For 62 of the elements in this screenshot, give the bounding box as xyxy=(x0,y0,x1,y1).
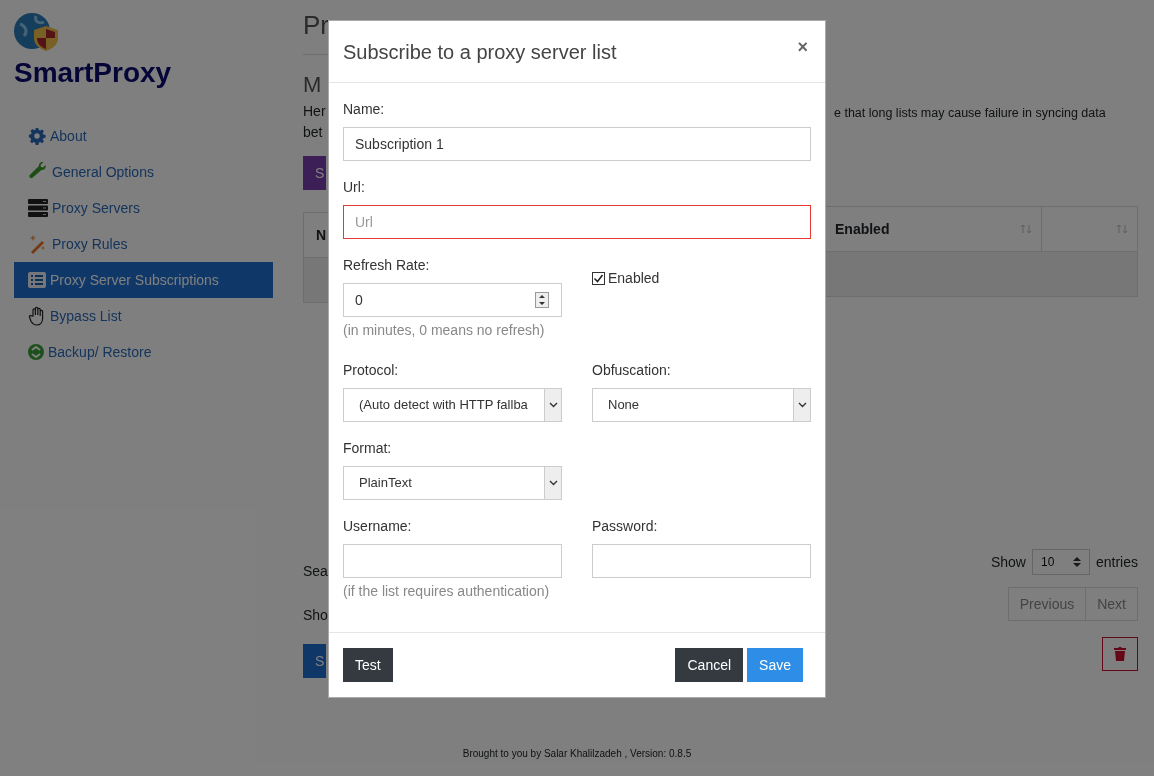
text-field[interactable]: Subscription 1 xyxy=(343,127,811,161)
checkbox-label: Enabled xyxy=(608,269,660,288)
updown-caret-icon xyxy=(1072,557,1081,567)
field-label: Obfuscation: xyxy=(592,361,672,380)
text-field[interactable] xyxy=(592,544,811,578)
select-dropdown[interactable]: (Auto detect with HTTP fallba xyxy=(343,388,562,422)
caret-icon xyxy=(544,467,561,499)
entries-select[interactable]: 10 xyxy=(1031,549,1090,575)
field-label: Username: xyxy=(343,517,413,536)
previous-page-button[interactable]: Previous xyxy=(1007,587,1087,621)
field-label: Protocol: xyxy=(343,361,400,380)
caret-icon xyxy=(793,389,810,421)
sidebar-item[interactable]: Proxy Server Subscriptions xyxy=(14,262,273,298)
cancel-button[interactable]: Cancel xyxy=(675,648,744,682)
sidebar-item[interactable]: About xyxy=(14,118,273,154)
description-text: e that long lists may cause failure in syncing data xyxy=(833,105,1107,122)
help-text: (in minutes, 0 means no refresh) xyxy=(343,321,546,340)
field-label: Password: xyxy=(592,517,659,536)
trash-icon xyxy=(1114,647,1126,661)
number-field[interactable]: 0 xyxy=(343,283,562,317)
save-button[interactable]: S xyxy=(303,644,327,678)
sort-icon xyxy=(1116,224,1128,234)
text-field[interactable] xyxy=(343,544,562,578)
show-label: Show xyxy=(990,552,1026,572)
sidebar-item[interactable]: Proxy Servers xyxy=(14,190,273,226)
subscribe-button[interactable]: S xyxy=(303,156,327,190)
spinner-arrows-icon xyxy=(535,292,549,308)
sidebar-item[interactable]: Backup/ Restore xyxy=(14,334,273,370)
server-icon xyxy=(28,199,48,217)
list-icon xyxy=(28,272,46,288)
checkbox[interactable] xyxy=(592,272,605,285)
recycle-icon xyxy=(28,344,44,360)
select-dropdown[interactable]: PlainText xyxy=(343,466,562,500)
test-button[interactable]: Test xyxy=(343,648,393,682)
description-text: bet xyxy=(303,123,323,142)
field-label: Format: xyxy=(343,439,393,458)
table-info: Sho xyxy=(303,606,328,625)
sidebar-item[interactable]: General Options xyxy=(14,154,273,190)
brand-title: SmartProxy xyxy=(14,56,173,90)
footer-text: Brought to you by Salar Khalilzadeh , Version: 0.8.5 xyxy=(461,747,693,761)
sidebar-item[interactable]: Proxy Rules xyxy=(14,226,273,262)
field-label: Name: xyxy=(343,100,386,119)
page-title: Pr xyxy=(303,10,329,40)
select-dropdown[interactable]: None xyxy=(592,388,811,422)
field-label: Url: xyxy=(343,178,366,197)
caret-icon xyxy=(544,389,561,421)
section-heading: M xyxy=(303,71,322,99)
sidebar-item[interactable]: Bypass List xyxy=(14,298,273,334)
modal-title: Subscribe to a proxy server list xyxy=(343,39,617,65)
hand-icon xyxy=(28,306,46,326)
save-button[interactable]: Save xyxy=(747,648,803,682)
close-button[interactable]: × xyxy=(797,34,808,61)
delete-button[interactable] xyxy=(1102,637,1138,671)
field-label: Refresh Rate: xyxy=(343,256,431,275)
gear-icon xyxy=(28,127,46,145)
text-field[interactable]: Url xyxy=(343,205,811,239)
help-text: (if the list requires authentication) xyxy=(343,582,551,601)
entries-label: entries xyxy=(1095,552,1138,572)
next-page-button[interactable]: Next xyxy=(1086,587,1138,621)
search-label: Sea xyxy=(303,562,328,581)
sort-icon xyxy=(1020,224,1032,234)
description-text: Her xyxy=(303,102,326,121)
